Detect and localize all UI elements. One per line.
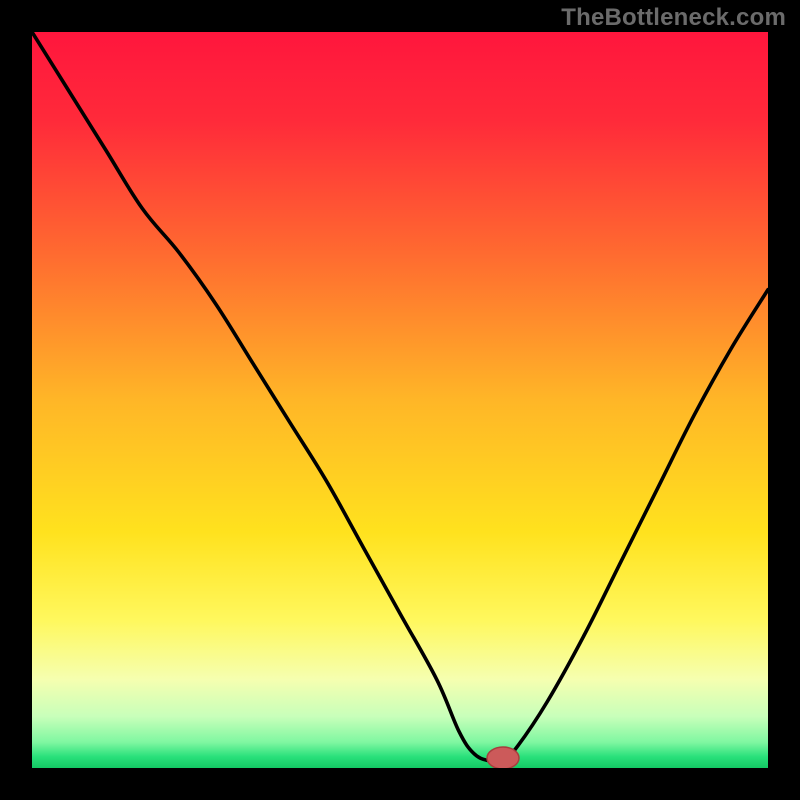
chart-frame: TheBottleneck.com: [0, 0, 800, 800]
plot-area: [32, 32, 768, 768]
gradient-background: [32, 32, 768, 768]
watermark-text: TheBottleneck.com: [561, 4, 786, 32]
optimal-marker: [487, 747, 519, 768]
bottleneck-chart-svg: [32, 32, 768, 768]
